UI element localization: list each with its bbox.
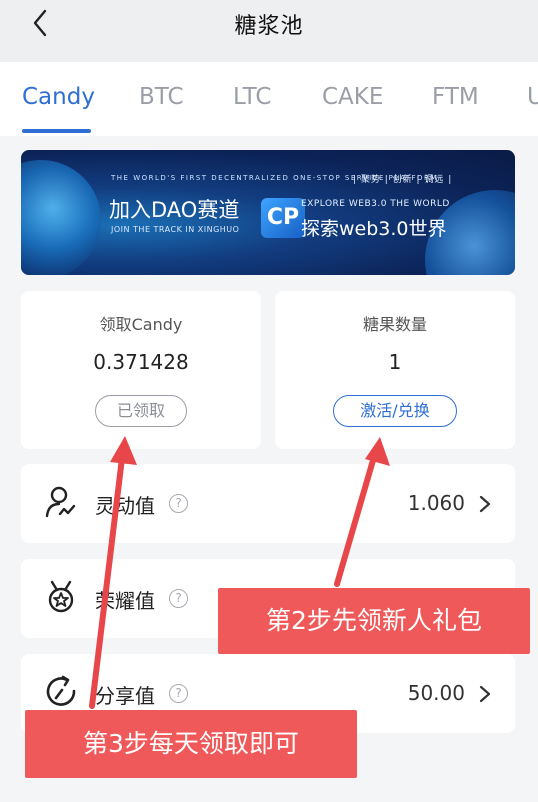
tab-ftm[interactable]: FTM <box>432 84 479 110</box>
refresh-icon <box>46 675 76 706</box>
active-tab-indicator <box>22 129 91 133</box>
claimed-button[interactable]: 已领取 <box>95 395 187 427</box>
claim-candy-label: 领取Candy <box>99 315 183 334</box>
medal-icon <box>48 580 74 613</box>
agility-value-row[interactable]: 灵动值 ? 1.060 <box>21 464 515 543</box>
help-icon[interactable]: ? <box>169 494 188 513</box>
candy-count-value: 1 <box>388 350 402 374</box>
claim-candy-card: 领取Candy 0.371428 已领取 <box>21 291 261 449</box>
app-header: 糖浆池 <box>0 0 538 62</box>
promo-banner[interactable]: THE WORLD'S FIRST DECENTRALIZED ONE-STOP… <box>21 150 515 275</box>
claim-candy-value: 0.371428 <box>93 350 189 374</box>
share-value: 50.00 <box>407 681 465 705</box>
banner-explore-subtitle: EXPLORE WEB3.0 THE WORLD <box>301 199 450 209</box>
globe-graphic <box>21 160 101 275</box>
candy-count-card: 糖果数量 1 激活/兑换 <box>275 291 515 449</box>
cp-logo-icon: CP <box>261 198 305 238</box>
share-value-label: 分享值 <box>95 684 155 708</box>
tab-ltc[interactable]: LTC <box>233 84 271 110</box>
step3-callout: 第3步每天领取即可 <box>25 710 357 778</box>
tab-u[interactable]: U <box>527 84 538 110</box>
banner-join-title: 加入DAO赛道 <box>109 198 240 222</box>
agility-value: 1.060 <box>407 491 465 515</box>
banner-explore-title: 探索web3.0世界 <box>301 218 447 240</box>
chevron-right-icon <box>479 685 491 703</box>
agility-value-label: 灵动值 <box>95 494 155 518</box>
step2-callout: 第2步先领新人礼包 <box>218 588 530 654</box>
help-icon[interactable]: ? <box>169 589 188 608</box>
candy-count-label: 糖果数量 <box>362 315 427 334</box>
tab-cake[interactable]: CAKE <box>322 84 383 110</box>
tab-btc[interactable]: BTC <box>139 84 184 110</box>
help-icon[interactable]: ? <box>169 684 188 703</box>
person-wave-icon <box>45 486 76 518</box>
page-title: 糖浆池 <box>234 14 304 39</box>
coin-tab-bar: Candy BTC LTC CAKE FTM U <box>0 62 538 136</box>
activate-redeem-button[interactable]: 激活/兑换 <box>333 395 457 427</box>
honor-value-label: 荣耀值 <box>95 589 155 613</box>
banner-join-subtitle: JOIN THE TRACK IN XINGHUO <box>111 225 240 234</box>
banner-slogan: | 聚势 | 创新 | 调远 | <box>353 175 453 185</box>
chevron-right-icon <box>479 495 491 513</box>
tab-candy[interactable]: Candy <box>22 84 95 110</box>
